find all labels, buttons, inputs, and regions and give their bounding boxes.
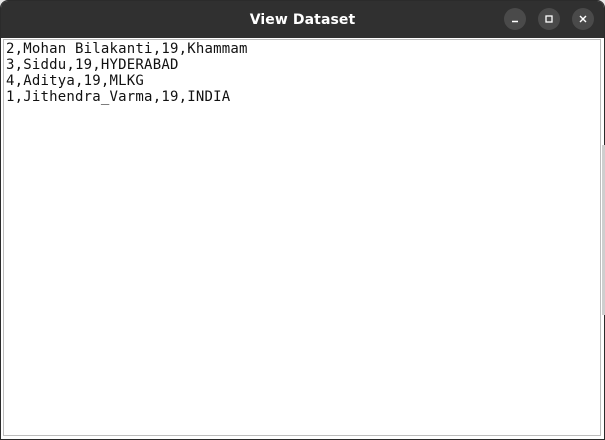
dataset-line: 1,Jithendra_Varma,19,INDIA	[6, 89, 231, 105]
close-button[interactable]	[572, 8, 594, 30]
window-controls	[504, 8, 594, 30]
dataset-line: 2,Mohan Bilakanti,19,Khammam	[6, 41, 248, 57]
dataset-window: View Dataset 2,Mohan Bilakanti,19,Khamma…	[0, 0, 605, 440]
close-icon	[579, 15, 587, 23]
minimize-icon	[512, 20, 518, 23]
dataset-line: 3,Siddu,19,HYDERABAD	[6, 57, 179, 73]
dataset-line: 4,Aditya,19,MLKG	[6, 73, 145, 89]
title-bar[interactable]: View Dataset	[1, 1, 604, 38]
dataset-text-area[interactable]: 2,Mohan Bilakanti,19,Khammam 3,Siddu,19,…	[3, 39, 601, 436]
maximize-icon	[545, 15, 553, 23]
maximize-button[interactable]	[538, 8, 560, 30]
window-title: View Dataset	[249, 11, 356, 28]
minimize-button[interactable]	[504, 8, 526, 30]
